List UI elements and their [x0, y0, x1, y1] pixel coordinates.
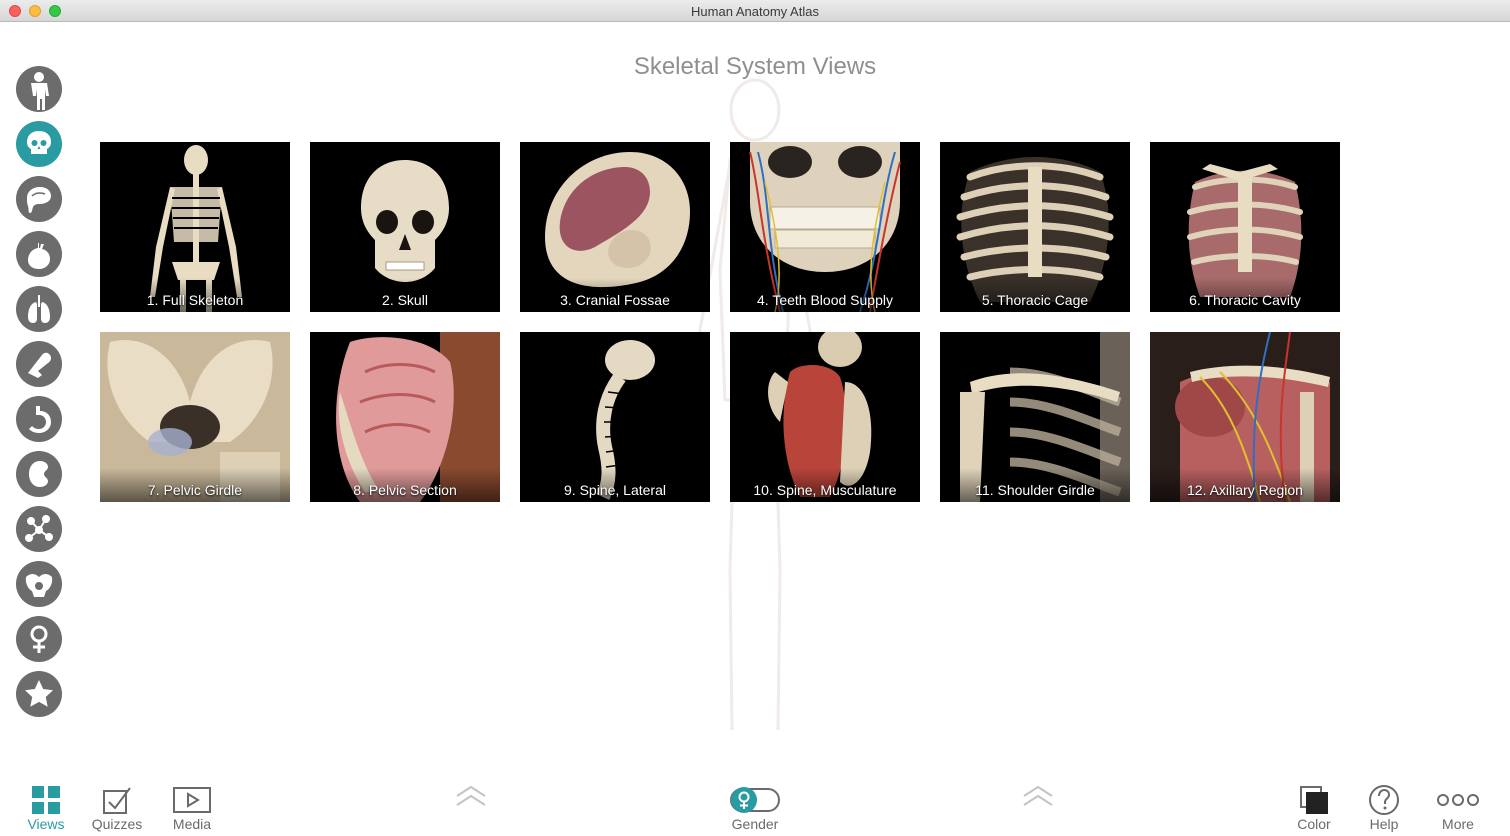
view-card[interactable]: 9. Spine, Lateral [520, 332, 710, 502]
view-card[interactable]: 8. Pelvic Section [310, 332, 500, 502]
help-button[interactable]: Help [1352, 784, 1416, 834]
sidebar-item-urinary[interactable] [16, 451, 62, 497]
sidebar-item-muscular[interactable] [16, 341, 62, 387]
brain-icon [27, 187, 51, 213]
skull-icon [27, 131, 51, 154]
quizzes-label: Quizzes [91, 816, 143, 832]
color-button[interactable]: Color [1282, 784, 1346, 834]
view-card-label: 5. Thoracic Cage [940, 278, 1130, 312]
view-card[interactable]: 1. Full Skeleton [100, 142, 290, 312]
sidebar-item-lymphatic[interactable] [16, 506, 62, 552]
more-dots-icon [1437, 794, 1479, 806]
quizzes-button[interactable]: Quizzes [85, 784, 149, 834]
view-card-label: 3. Cranial Fossae [520, 278, 710, 312]
checkbox-icon [103, 787, 131, 814]
media-button[interactable]: Media [160, 784, 224, 834]
heart-icon [28, 243, 50, 269]
view-card[interactable]: 6. Thoracic Cavity [1150, 142, 1340, 312]
view-card[interactable]: 10. Spine, Musculature [730, 332, 920, 502]
view-card[interactable]: 11. Shoulder Girdle [940, 332, 1130, 502]
view-card-label: 11. Shoulder Girdle [940, 468, 1130, 502]
view-card-label: 6. Thoracic Cavity [1150, 278, 1340, 312]
view-card[interactable]: 7. Pelvic Girdle [100, 332, 290, 502]
view-card-label: 7. Pelvic Girdle [100, 468, 290, 502]
grid-icon [32, 786, 60, 814]
lymph-nodes-icon [25, 515, 53, 542]
more-button[interactable]: More [1426, 784, 1490, 834]
chevron-up-icon[interactable] [1022, 784, 1054, 808]
view-card[interactable]: 12. Axillary Region [1150, 332, 1340, 502]
view-card-label: 8. Pelvic Section [310, 468, 500, 502]
page-title: Skeletal System Views [633, 53, 877, 80]
media-label: Media [172, 816, 212, 832]
view-card-label: 12. Axillary Region [1150, 468, 1340, 502]
sidebar-item-full-body[interactable] [16, 66, 62, 112]
help-icon [1369, 785, 1399, 815]
sidebar-item-female[interactable] [16, 616, 62, 662]
sidebar-item-digestive[interactable] [16, 396, 62, 442]
color-swatch-icon [1300, 786, 1328, 814]
play-video-icon [173, 787, 211, 813]
kidney-icon [29, 461, 48, 487]
chevron-up-icon[interactable] [455, 784, 487, 808]
sidebar-item-skeletal[interactable] [16, 121, 62, 167]
view-card-label: 4. Teeth Blood Supply [730, 278, 920, 312]
views-button[interactable]: Views [14, 784, 78, 834]
window-titlebar: Human Anatomy Atlas [0, 0, 1510, 22]
view-card[interactable]: 4. Teeth Blood Supply [730, 142, 920, 312]
view-card-label: 9. Spine, Lateral [520, 468, 710, 502]
more-label: More [1442, 816, 1474, 832]
sidebar-item-favorites[interactable] [16, 671, 62, 717]
female-symbol-icon [30, 625, 48, 653]
sidebar-item-respiratory[interactable] [16, 286, 62, 332]
female-toggle-icon [730, 787, 780, 813]
view-card[interactable]: 3. Cranial Fossae [520, 142, 710, 312]
gender-toggle[interactable]: Gender [723, 784, 787, 834]
sidebar-item-reproductive[interactable] [16, 561, 62, 607]
star-icon [25, 680, 53, 707]
muscle-arm-icon [28, 352, 52, 378]
body-icon [31, 72, 49, 110]
view-card-label: 2. Skull [310, 278, 500, 312]
sidebar-item-nervous[interactable] [16, 176, 62, 222]
view-card-label: 10. Spine, Musculature [730, 468, 920, 502]
lungs-icon [28, 295, 50, 323]
window-title: Human Anatomy Atlas [691, 4, 819, 19]
sidebar-item-cardiovascular[interactable] [16, 231, 62, 277]
stomach-icon [29, 406, 51, 433]
view-card-label: 1. Full Skeleton [100, 278, 290, 312]
help-label: Help [1369, 816, 1399, 832]
pelvis-icon [25, 574, 53, 597]
view-card[interactable]: 2. Skull [310, 142, 500, 312]
view-card[interactable]: 5. Thoracic Cage [940, 142, 1130, 312]
gender-label: Gender [731, 816, 779, 832]
